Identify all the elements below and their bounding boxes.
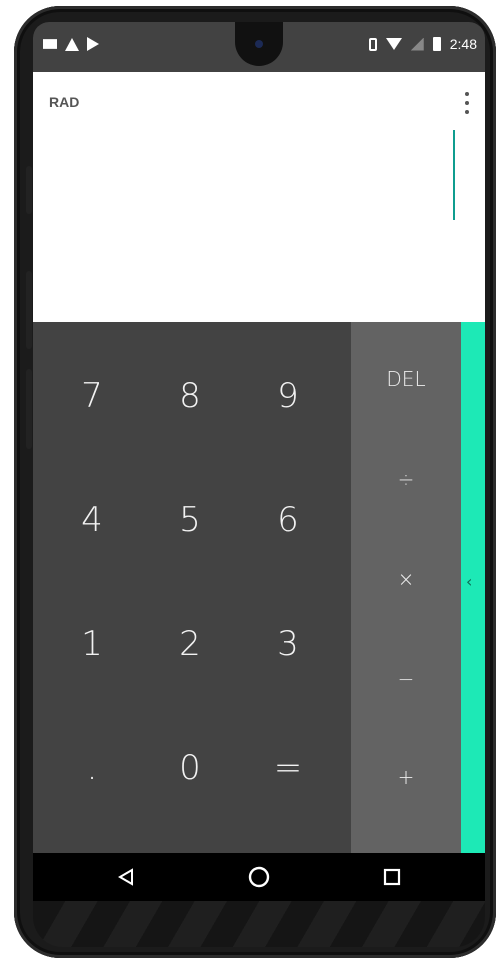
digit-6-button[interactable]: 6 (239, 458, 337, 582)
add-button[interactable]: + (351, 728, 461, 826)
volume-button (26, 369, 32, 449)
wifi-icon (385, 38, 402, 50)
front-camera (255, 40, 263, 48)
volume-button (26, 271, 32, 349)
phone-screen: 2:48 RAD 7 8 9 4 5 6 1 2 3 . 0 = DEL ÷ × (33, 22, 485, 901)
home-icon[interactable] (224, 853, 294, 901)
chevron-left-icon: ‹ (466, 572, 473, 591)
keypad: 7 8 9 4 5 6 1 2 3 . 0 = DEL ÷ × − + ‹ (33, 322, 485, 853)
status-notification-icons (43, 37, 99, 51)
status-bar: 2:48 (33, 22, 485, 72)
digit-4-button[interactable]: 4 (43, 458, 141, 582)
digit-3-button[interactable]: 3 (239, 582, 337, 706)
navigation-bar (33, 853, 485, 901)
status-system-icons: 2:48 (368, 36, 477, 52)
side-button (26, 166, 32, 214)
no-signal-icon (410, 37, 424, 51)
status-time: 2:48 (449, 36, 477, 52)
subtract-button[interactable]: − (351, 630, 461, 728)
more-vert-icon[interactable] (464, 92, 470, 114)
vibrate-icon (368, 37, 377, 51)
back-icon[interactable] (91, 853, 161, 901)
angle-mode-label[interactable]: RAD (49, 94, 79, 110)
digit-1-button[interactable]: 1 (43, 582, 141, 706)
digit-0-button[interactable]: 0 (141, 706, 239, 830)
digit-2-button[interactable]: 2 (141, 582, 239, 706)
divide-button[interactable]: ÷ (351, 430, 461, 528)
digit-7-button[interactable]: 7 (43, 334, 141, 458)
digit-pad: 7 8 9 4 5 6 1 2 3 . 0 = (33, 322, 351, 853)
delete-button[interactable]: DEL (351, 330, 461, 428)
calculator-display[interactable]: RAD (33, 72, 485, 322)
warning-icon (65, 37, 79, 51)
digit-5-button[interactable]: 5 (141, 458, 239, 582)
equals-button[interactable]: = (239, 706, 337, 830)
recents-icon[interactable] (357, 853, 427, 901)
play-store-icon (87, 37, 99, 51)
digit-9-button[interactable]: 9 (239, 334, 337, 458)
battery-icon (432, 37, 441, 51)
phone-chin (33, 901, 485, 947)
digit-8-button[interactable]: 8 (141, 334, 239, 458)
advanced-panel-handle[interactable]: ‹ (461, 322, 485, 853)
decimal-point-button[interactable]: . (43, 706, 141, 830)
camera-notch (235, 22, 283, 66)
text-cursor (453, 130, 455, 220)
operator-pad: DEL ÷ × − + (351, 322, 461, 853)
multiply-button[interactable]: × (351, 530, 461, 628)
image-icon (43, 39, 57, 49)
